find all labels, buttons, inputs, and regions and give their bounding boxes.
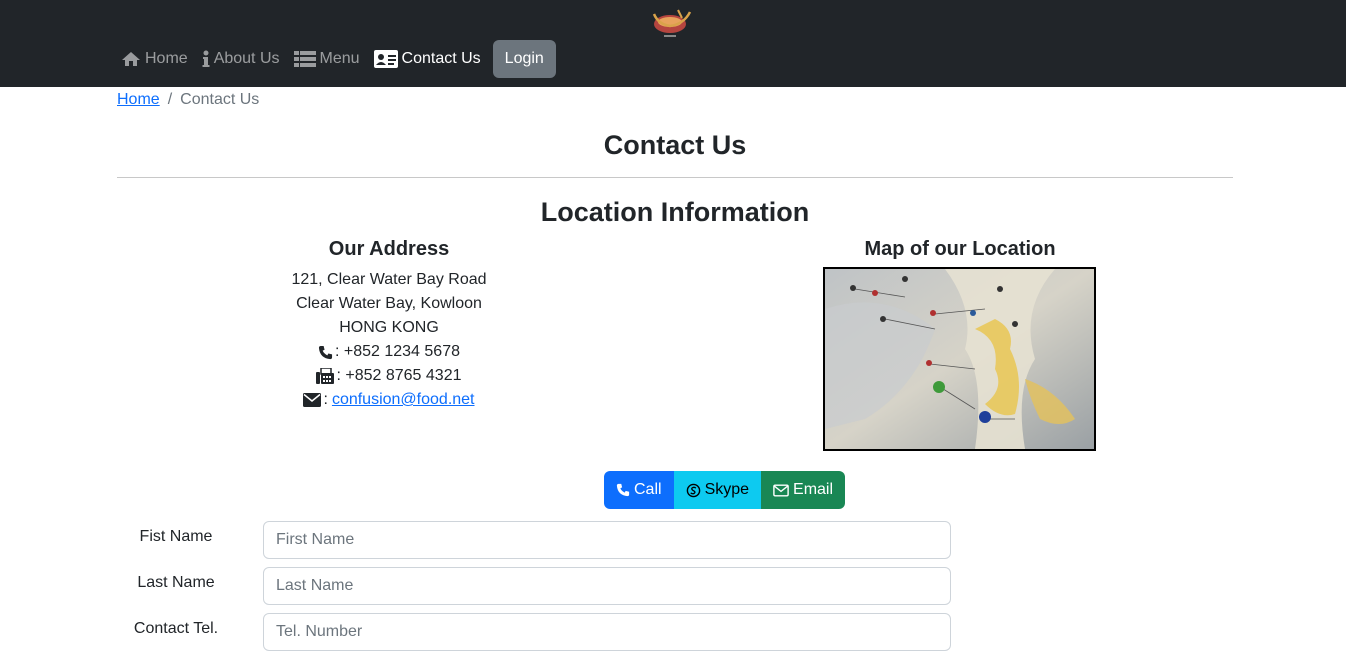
nav-item-label: Home (145, 50, 188, 67)
phone-number: : +852 1234 5678 (334, 343, 460, 360)
last-name-row: Last Name (117, 567, 951, 605)
nav-item-about[interactable]: About Us (198, 40, 284, 78)
map-image (823, 267, 1096, 451)
page-title: Contact Us (603, 130, 747, 160)
email-line: : confusion@food.net (240, 388, 538, 412)
first-name-field[interactable] (263, 521, 951, 559)
email-link[interactable]: confusion@food.net (332, 388, 475, 412)
envelope-icon (303, 393, 322, 407)
home-icon (122, 52, 140, 66)
skype-icon (686, 483, 700, 497)
fax-icon (316, 368, 335, 384)
breadcrumb-home-link[interactable]: Home (117, 90, 160, 110)
email-label: Email (793, 481, 834, 498)
envelope-icon (773, 483, 789, 497)
skype-label: Skype (704, 481, 750, 498)
skype-button[interactable]: Skype (673, 471, 762, 509)
fax-line: : +852 8765 4321 (240, 364, 538, 388)
address-line: Clear Water Bay, Kowloon (296, 295, 482, 312)
address-line: HONG KONG (339, 319, 439, 336)
navbar: Home About Us Menu Contact Us Login (0, 0, 1346, 87)
breadcrumb: Home / Contact Us (117, 90, 259, 110)
tel-label: Contact Tel. (133, 620, 219, 637)
brand-logo[interactable] (648, 6, 694, 40)
call-button[interactable]: Call (604, 471, 674, 509)
tel-row: Contact Tel. (117, 613, 951, 651)
contact-actions: Call Skype Email (604, 471, 846, 509)
nav-item-menu[interactable]: Menu (290, 40, 364, 78)
phone-icon (616, 483, 630, 497)
address-block: Our Address 121, Clear Water Bay Road Cl… (240, 236, 538, 412)
location-title: Location Information (540, 197, 810, 227)
nav-item-home[interactable]: Home (117, 40, 192, 78)
breadcrumb-separator: / (167, 91, 173, 108)
list-icon (293, 51, 316, 67)
email-button[interactable]: Email (761, 471, 846, 509)
last-name-field[interactable] (263, 567, 951, 605)
phone-line: : +852 1234 5678 (240, 340, 538, 364)
nav-item-label: Contact Us (401, 50, 481, 67)
first-name-row: Fist Name (117, 521, 951, 559)
first-name-label: Fist Name (139, 528, 213, 545)
breadcrumb-current: Contact Us (180, 91, 260, 108)
address-line: 121, Clear Water Bay Road (291, 271, 487, 288)
address-heading: Our Address (328, 238, 450, 260)
divider (117, 177, 1233, 178)
map-heading: Map of our Location (864, 238, 1056, 260)
nav-menu: Home About Us Menu Contact Us Login (117, 40, 556, 78)
nav-item-label: Menu (319, 50, 360, 67)
phone-icon (318, 345, 333, 359)
tel-field[interactable] (263, 613, 951, 651)
address-card-icon (373, 50, 398, 68)
fax-number: : +852 8765 4321 (336, 367, 462, 384)
nav-item-label: About Us (213, 50, 280, 67)
call-label: Call (634, 481, 662, 498)
email-prefix: : (323, 391, 328, 408)
login-button[interactable]: Login (492, 40, 556, 78)
last-name-label: Last Name (137, 574, 215, 591)
info-icon (202, 50, 210, 67)
map-block: Map of our Location (810, 236, 1110, 451)
nav-item-contact[interactable]: Contact Us (370, 40, 485, 78)
